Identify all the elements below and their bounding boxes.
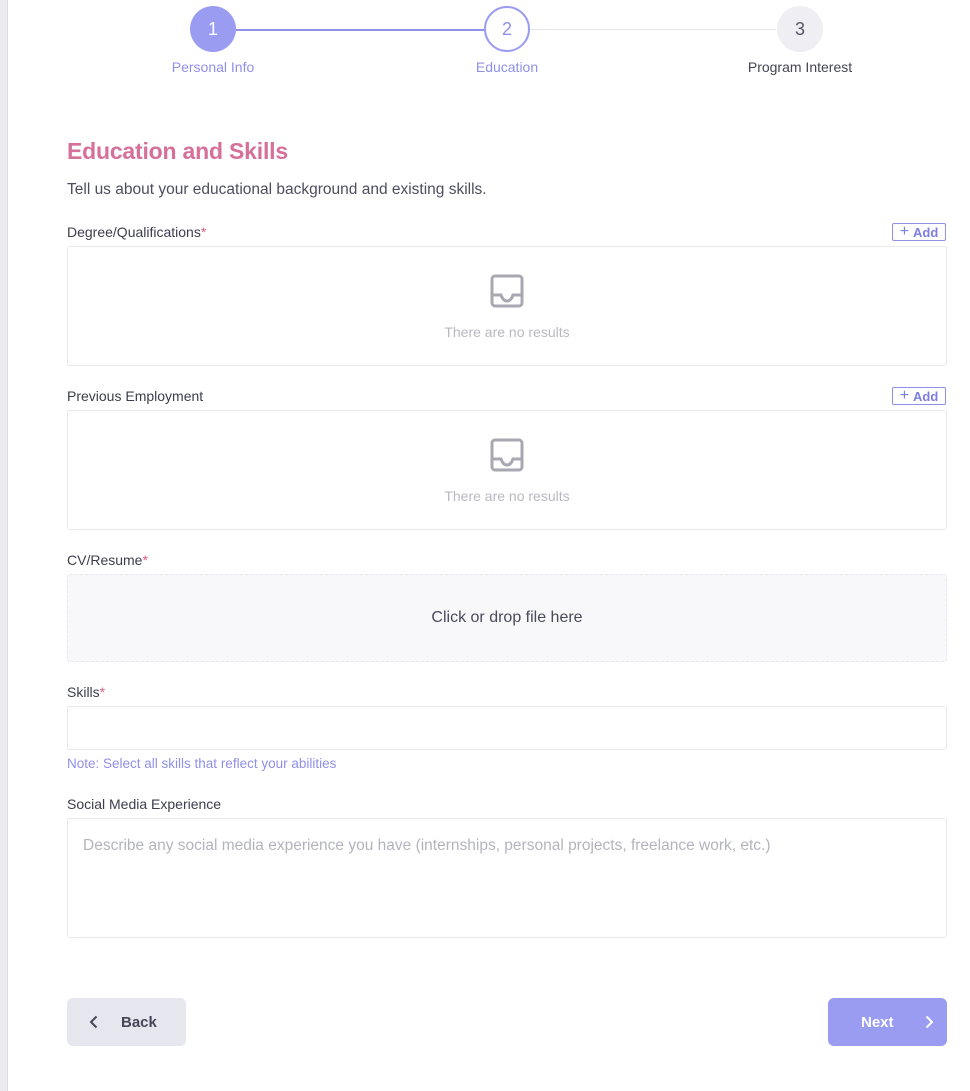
degree-label: Degree/Qualifications* xyxy=(67,224,206,240)
degree-label-text: Degree/Qualifications xyxy=(67,224,201,240)
step-label: Program Interest xyxy=(747,59,853,75)
page-title: Education and Skills xyxy=(67,138,288,164)
chevron-left-icon xyxy=(89,1015,98,1029)
stepper: 1 Personal Info 2 Education 3 Program In… xyxy=(0,0,970,90)
cv-label-text: CV/Resume xyxy=(67,552,143,568)
employment-label: Previous Employment xyxy=(67,388,203,404)
inbox-icon xyxy=(490,438,524,472)
step-personal-info[interactable]: 1 Personal Info xyxy=(133,6,293,75)
social-experience-textarea[interactable]: Describe any social media experience you… xyxy=(67,818,947,938)
required-mark: * xyxy=(99,684,106,700)
step-number: 1 xyxy=(190,6,236,52)
back-button[interactable]: Back xyxy=(67,998,186,1046)
left-rail xyxy=(0,0,8,1091)
required-mark: * xyxy=(200,224,207,240)
employment-label-text: Previous Employment xyxy=(67,388,204,404)
back-label: Back xyxy=(121,1013,157,1031)
chevron-right-icon xyxy=(925,1015,933,1029)
step-label: Personal Info xyxy=(171,59,255,75)
skills-label-text: Skills xyxy=(67,684,100,700)
step-label: Education xyxy=(475,59,539,75)
empty-state-text: There are no results xyxy=(444,324,570,340)
add-employment-button[interactable]: + Add xyxy=(892,387,946,405)
degree-list: There are no results xyxy=(67,246,947,366)
next-label: Next xyxy=(861,1013,894,1031)
dropzone-text: Click or drop file here xyxy=(431,609,583,626)
inbox-icon xyxy=(490,274,524,308)
step-number: 3 xyxy=(777,6,823,52)
add-degree-button[interactable]: + Add xyxy=(892,223,946,241)
plus-icon: + xyxy=(899,223,910,240)
add-label: Add xyxy=(913,388,939,404)
step-education[interactable]: 2 Education xyxy=(427,6,587,75)
skills-select[interactable] xyxy=(67,706,947,750)
page-subtitle: Tell us about your educational backgroun… xyxy=(67,181,487,198)
social-label: Social Media Experience xyxy=(67,796,221,812)
cv-label: CV/Resume* xyxy=(67,552,148,568)
skills-label: Skills* xyxy=(67,684,105,700)
skills-note: Note: Select all skills that reflect you… xyxy=(67,756,337,771)
empty-state-text: There are no results xyxy=(444,488,570,504)
step-number: 2 xyxy=(484,6,530,52)
add-label: Add xyxy=(913,224,939,240)
plus-icon: + xyxy=(899,387,910,404)
social-label-text: Social Media Experience xyxy=(67,796,222,812)
required-mark: * xyxy=(142,552,148,568)
next-button[interactable]: Next xyxy=(828,998,947,1046)
step-program-interest[interactable]: 3 Program Interest xyxy=(720,6,880,75)
employment-list: There are no results xyxy=(67,410,947,530)
cv-dropzone[interactable]: Click or drop file here xyxy=(67,574,947,662)
